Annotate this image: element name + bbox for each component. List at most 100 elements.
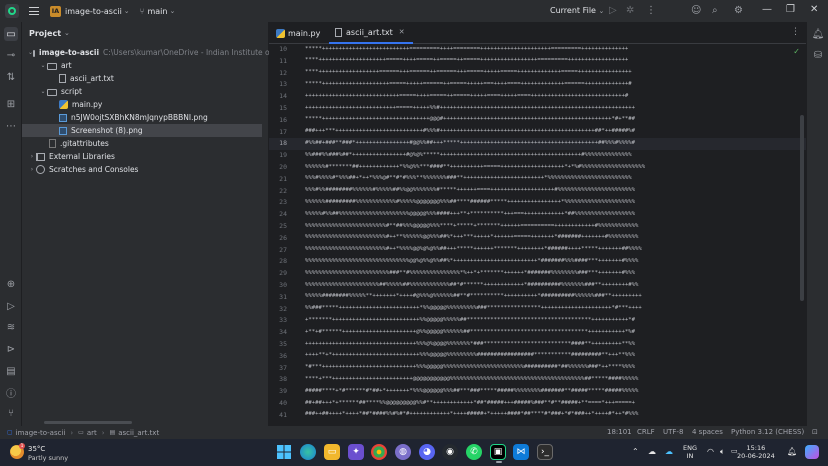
run-tool-icon[interactable]: ▷ (4, 299, 18, 313)
line-number[interactable]: 26 (269, 234, 287, 242)
chevron-down-icon[interactable]: ⌄ (39, 62, 47, 69)
line-number[interactable]: 20 (269, 163, 287, 171)
code-line[interactable]: %%%%%#%%##%%%%%%%%%%%%%%%%%%%%%@@@@@%%%#… (305, 211, 635, 217)
volume-icon[interactable]: 🔈︎ (720, 447, 725, 457)
line-number[interactable]: 19 (269, 151, 287, 159)
code-line[interactable]: ###++##++++*++++*##*####%%#%#*#+++++++++… (305, 411, 638, 417)
main-menu-icon[interactable] (29, 7, 39, 15)
tree-item-png-image[interactable]: n5JW0ojtSXBhKN8mJqnypBBBNI.png (22, 111, 269, 124)
structure-icon[interactable]: ⊞ (4, 97, 18, 111)
line-number[interactable]: 15 (269, 104, 287, 112)
app-store-icon[interactable]: ✦ (348, 444, 364, 460)
github-icon[interactable]: ◉ (442, 444, 458, 460)
code-line[interactable]: +**+#******++++++++++++++++++++++@%%@@@@… (305, 329, 635, 335)
notification-bell-icon[interactable]: 🔔︎ (787, 447, 797, 456)
line-number[interactable]: 27 (269, 246, 287, 254)
code-line[interactable]: *#***++++++++++++++++++++++++++++%%%@@@@… (305, 364, 635, 370)
code-line[interactable]: %%%%%%%%%%%%%%%%%%%%%%%%%###**#%%%%%%%%%… (305, 270, 635, 276)
git-branch-icon[interactable]: ⑂ (140, 7, 145, 16)
tab-ascii-art-txt[interactable]: ascii_art.txt ✕ (329, 22, 413, 44)
tray-chevron-up-icon[interactable]: ⌃ (632, 447, 639, 456)
windows-start-icon[interactable] (276, 444, 292, 460)
code-line[interactable]: %%%%%%#########%%%%%%%%%%%%#%%%%%@@@@@@@… (305, 199, 635, 205)
tree-item-script[interactable]: ⌄ script (22, 85, 269, 98)
line-number[interactable]: 37 (269, 364, 287, 372)
wifi-icon[interactable]: ◠ (707, 447, 714, 456)
code-line[interactable]: ++++**+*++++++++++++++++++++++++++%%%@@@… (305, 352, 635, 358)
debug-icon[interactable]: ✲ (626, 5, 634, 17)
line-number[interactable]: 18 (269, 139, 287, 147)
python-packages-icon[interactable]: ⊕ (4, 277, 18, 291)
search-icon[interactable]: ⌕ (712, 5, 718, 17)
line-number[interactable]: 22 (269, 187, 287, 195)
horizontal-scrollbar[interactable] (44, 421, 132, 424)
code-editor[interactable]: 10 *****++++++++++++++++++++++++++=======… (269, 45, 806, 426)
code-line[interactable]: #####****+*#******#*##+*+++++++*%%%@@@@@… (305, 388, 638, 394)
line-number[interactable]: 40 (269, 399, 287, 407)
tree-item-main-py[interactable]: main.py (22, 98, 269, 111)
code-line[interactable]: %%###%%###%##*++++++++++++++++#@%@%*****… (305, 152, 632, 158)
line-number[interactable]: 25 (269, 222, 287, 230)
more-tabs-icon[interactable]: ⋮ (791, 27, 800, 37)
line-number[interactable]: 17 (269, 128, 287, 136)
line-number[interactable]: 34 (269, 328, 287, 336)
code-line[interactable]: *****++++++++++++++++++++=====+++++=====… (305, 81, 632, 87)
system-clock[interactable]: 15:16 20-06-2024 (737, 444, 775, 460)
code-line[interactable]: %%%%%%%%%%%%%%%%%%%%%%%%#++*%%%%@@%@%@%%… (305, 246, 642, 252)
line-number[interactable]: 11 (269, 57, 287, 65)
project-switcher[interactable]: image-to-ascii (65, 7, 122, 16)
more-tools-icon[interactable]: ⋯ (4, 119, 18, 133)
line-number[interactable]: 33 (269, 316, 287, 324)
code-line[interactable]: %%%%%########%%%%%**+++++++*++++#@%%%@%%… (305, 293, 642, 299)
onedrive-cloud-icon[interactable]: ☁ (648, 447, 656, 456)
indent-setting[interactable]: 4 spaces (692, 428, 723, 436)
terminal-app-icon[interactable]: ›_ (537, 444, 553, 460)
code-line[interactable]: %%%#%%########%%%%%%#%%%%%##%%@@%%%%%%%#… (305, 187, 635, 193)
code-line[interactable]: *****++++++++++++++++++++++++++++++++@@@… (305, 116, 635, 122)
close-tab-icon[interactable]: ✕ (399, 28, 405, 36)
project-tool-folder-icon[interactable]: ▭ (4, 27, 18, 41)
chevron-down-icon[interactable]: ⌄ (64, 29, 70, 37)
tree-item-art[interactable]: ⌄ art (22, 59, 269, 72)
code-line[interactable]: +++++++++++++++++++++++++++=====+++++%%#… (305, 105, 635, 111)
line-number[interactable]: 39 (269, 387, 287, 395)
lock-icon[interactable]: ⊡ (812, 428, 818, 436)
branch-switcher[interactable]: main (147, 7, 167, 16)
copilot-icon[interactable] (805, 445, 819, 459)
notifications-icon[interactable]: 🔔︎ (811, 27, 825, 41)
tree-item-screenshot-png[interactable]: Screenshot (8).png (22, 124, 262, 137)
chevron-down-icon[interactable]: ⌄ (169, 7, 175, 15)
line-number[interactable]: 24 (269, 210, 287, 218)
line-number[interactable]: 36 (269, 352, 287, 360)
commit-icon[interactable]: ⊸ (4, 48, 18, 62)
restore-icon[interactable]: ❐ (786, 4, 795, 15)
breadcrumb-project[interactable]: image-to-ascii (16, 429, 66, 437)
code-line[interactable]: #%%##+###**###*++++++++++++++++#@@%%##++… (305, 140, 635, 146)
line-number[interactable]: 29 (269, 269, 287, 277)
tab-main-py[interactable]: main.py (276, 22, 320, 44)
code-line[interactable]: %%%#%%%%#*%%%##+*++*%%%@#**#*#%%%**%%%%%… (305, 175, 632, 181)
code-line[interactable]: +*******++++++++++++++++++++++++++%%@@@@… (305, 317, 635, 323)
run-configuration-selector[interactable]: Current File ⌄ (550, 6, 604, 15)
code-line[interactable]: ##+##+++*+******##****%%@@@@@@@@@%%#**++… (305, 400, 635, 406)
run-icon[interactable]: ▷ (609, 5, 617, 17)
account-icon[interactable]: ☺ (691, 5, 701, 17)
code-line[interactable]: %%%%%%%%%%%%%%%%%%%%%%%%#**##%%%@@@@@%%%… (305, 223, 638, 229)
chrome-browser-icon[interactable] (371, 444, 387, 460)
pull-requests-icon[interactable]: ⇅ (4, 70, 18, 84)
chevron-right-icon[interactable]: › (28, 153, 36, 160)
project-panel-header[interactable]: Project ⌄ (22, 22, 268, 44)
onedrive-blue-cloud-icon[interactable]: ☁ (665, 447, 673, 456)
tree-item-external-libraries[interactable]: › External Libraries (22, 150, 269, 163)
line-number[interactable]: 30 (269, 281, 287, 289)
chevron-right-icon[interactable]: › (28, 166, 36, 173)
line-number[interactable]: 12 (269, 69, 287, 77)
language-indicator[interactable]: ENG IN (683, 444, 697, 460)
line-number[interactable]: 35 (269, 340, 287, 348)
line-number[interactable]: 23 (269, 198, 287, 206)
layers-icon[interactable]: ≋ (4, 320, 18, 334)
code-line[interactable]: *****++++++++++++++++++++++++++=========… (305, 46, 628, 52)
file-explorer-icon[interactable]: ▭ (324, 444, 340, 460)
tree-item-gitattributes[interactable]: .gitattributes (22, 137, 269, 150)
code-line[interactable]: ###+++***++++++++++++++++++++++++++#%%%#… (305, 128, 635, 134)
